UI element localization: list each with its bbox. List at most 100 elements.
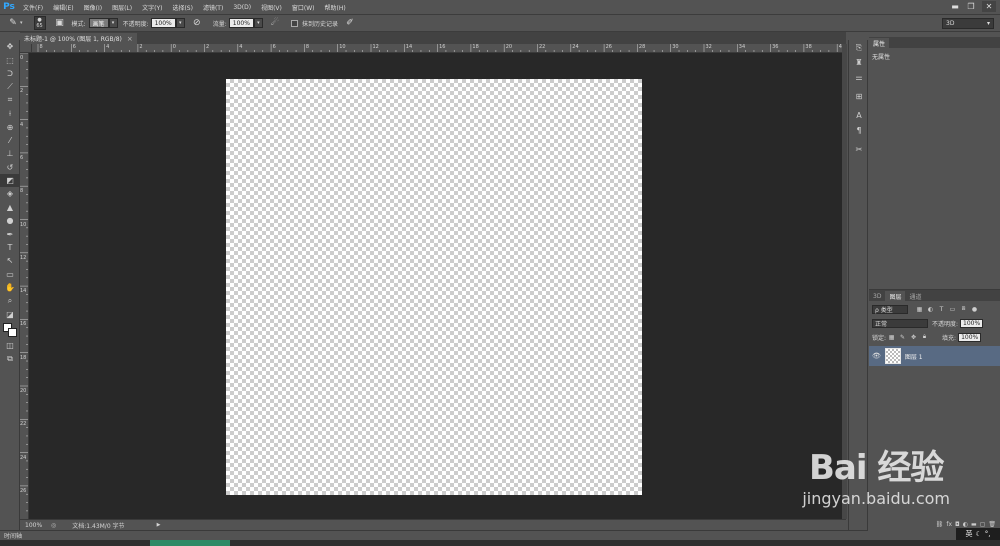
- menu-edit[interactable]: 编辑(E): [48, 3, 78, 12]
- status-arrow-icon[interactable]: ▶: [157, 522, 161, 528]
- menu-view[interactable]: 视图(V): [256, 3, 287, 12]
- menu-help[interactable]: 帮助(H): [320, 3, 351, 12]
- brush-tool-icon[interactable]: ⁄: [0, 134, 20, 147]
- quick-select-tool-icon[interactable]: ⟋: [0, 80, 20, 93]
- layer-style-icon[interactable]: fx: [946, 521, 952, 528]
- pen-tool-icon[interactable]: ✒: [0, 227, 20, 240]
- layer-opacity-input[interactable]: 100%: [960, 318, 984, 328]
- lock-position-icon[interactable]: ✥: [908, 332, 919, 342]
- close-icon[interactable]: ×: [127, 35, 133, 43]
- mode-select[interactable]: 画笔: [88, 18, 109, 28]
- filter-toggle-icon[interactable]: ●: [969, 304, 980, 314]
- minimize-button[interactable]: ▬: [948, 1, 962, 12]
- layer-row[interactable]: 👁︎ 图层 1: [869, 346, 1000, 366]
- default-colors-icon[interactable]: ◪: [0, 308, 20, 321]
- airbrush-icon[interactable]: ☄: [268, 16, 282, 30]
- tab-properties[interactable]: 属性: [869, 38, 890, 48]
- timeline-tab[interactable]: 时间轴: [0, 530, 868, 540]
- paragraph-panel-icon[interactable]: ¶: [849, 123, 869, 138]
- layer-name[interactable]: 图层 1: [905, 352, 923, 361]
- actions-panel-icon[interactable]: ♜: [849, 55, 869, 70]
- tab-3d[interactable]: 3D: [869, 291, 885, 301]
- marquee-tool-icon[interactable]: ⬚: [0, 53, 20, 66]
- filter-smart-icon[interactable]: ⧈: [958, 304, 969, 314]
- ime-indicator[interactable]: 英 ☾ °,: [956, 528, 1000, 540]
- layer-mask-icon[interactable]: ◘: [955, 521, 960, 528]
- menu-layer[interactable]: 图层(L): [107, 3, 137, 12]
- paint-bucket-tool-icon[interactable]: ◈: [0, 187, 20, 200]
- dodge-tool-icon[interactable]: ●: [0, 214, 20, 227]
- filter-pixel-icon[interactable]: ▦: [914, 304, 925, 314]
- opacity-input[interactable]: 100%: [150, 18, 176, 28]
- adjustments-panel-icon[interactable]: ⚌: [849, 70, 869, 85]
- pressure-size-icon[interactable]: ✐: [343, 16, 357, 30]
- blend-mode-select[interactable]: 正常: [872, 318, 928, 328]
- history-panel-icon[interactable]: ⎘: [849, 40, 869, 55]
- mode-dropdown-icon[interactable]: ▾: [108, 18, 118, 28]
- link-layers-icon[interactable]: ⛓: [936, 521, 944, 528]
- ruler-vertical[interactable]: 0 2 4 6 8 10 12 14 16 18 20 22 24 26: [20, 53, 29, 519]
- tab-channels[interactable]: 通道: [905, 291, 925, 301]
- history-brush-tool-icon[interactable]: ↺: [0, 161, 20, 174]
- type-tool-icon[interactable]: T: [0, 241, 20, 254]
- visibility-eye-icon[interactable]: 👁︎: [872, 352, 881, 360]
- lasso-tool-icon[interactable]: ᑐ: [0, 67, 20, 80]
- shape-tool-icon[interactable]: ▭: [0, 268, 20, 281]
- menu-3d[interactable]: 3D(D): [228, 4, 256, 11]
- move-tool-icon[interactable]: ✥: [0, 40, 20, 53]
- tab-layers[interactable]: 图层: [885, 291, 906, 301]
- ruler-horizontal[interactable]: 8 6 4 2 0 2 4 6 8 10 12 14 16 18 20 22 24 26 28 30 32 34 36 38 4…: [32, 44, 842, 53]
- brush-size-picker[interactable]: ● 65: [33, 16, 46, 30]
- menu-image[interactable]: 图像(I): [79, 3, 107, 12]
- erase-history-checkbox[interactable]: [290, 19, 298, 27]
- quick-mask-icon[interactable]: ◫: [0, 339, 20, 352]
- transparent-canvas[interactable]: [226, 79, 642, 495]
- filter-adjustment-icon[interactable]: ◐: [925, 304, 936, 314]
- canvas-area[interactable]: [29, 53, 842, 519]
- info-panel-icon[interactable]: ⊞: [849, 89, 869, 104]
- pressure-opacity-icon[interactable]: ⊘: [190, 16, 204, 30]
- filter-shape-icon[interactable]: ▭: [947, 304, 958, 314]
- menu-filter[interactable]: 滤镜(T): [198, 3, 228, 12]
- tool-preset-arrow-icon[interactable]: ▾: [20, 20, 23, 26]
- menu-file[interactable]: 文件(F): [18, 3, 48, 12]
- zoom-level[interactable]: 100%: [25, 522, 45, 529]
- path-select-tool-icon[interactable]: ↖: [0, 254, 20, 267]
- character-panel-icon[interactable]: A: [849, 108, 869, 123]
- clone-stamp-tool-icon[interactable]: ⊥: [0, 147, 20, 160]
- color-swatches[interactable]: [0, 321, 20, 339]
- tool-presets-panel-icon[interactable]: ✂: [849, 142, 869, 157]
- adjustment-layer-icon[interactable]: ◐: [963, 521, 968, 528]
- filter-type-icon[interactable]: T: [936, 304, 947, 314]
- status-menu-icon[interactable]: ◎: [51, 522, 56, 529]
- delete-layer-icon[interactable]: 🗑︎: [988, 521, 996, 528]
- crop-tool-icon[interactable]: ⌗: [0, 94, 20, 107]
- restore-button[interactable]: ❐: [964, 1, 978, 12]
- vertical-scrollbar[interactable]: [842, 44, 847, 519]
- new-group-icon[interactable]: ▬: [971, 521, 977, 528]
- ruler-origin[interactable]: [20, 44, 32, 53]
- lock-transparency-icon[interactable]: ▦: [886, 332, 897, 342]
- flow-input[interactable]: 100%: [228, 18, 254, 28]
- menu-type[interactable]: 文字(Y): [137, 3, 167, 12]
- flow-dropdown-icon[interactable]: ▾: [253, 18, 263, 28]
- lock-all-icon[interactable]: 🔒︎: [919, 332, 930, 342]
- eraser-tool-icon[interactable]: ✎: [6, 16, 20, 30]
- blur-tool-icon[interactable]: ▲: [0, 201, 20, 214]
- close-window-button[interactable]: ✕: [982, 1, 996, 12]
- workspace-select[interactable]: 3D ▾: [942, 18, 994, 29]
- menu-window[interactable]: 窗口(W): [287, 3, 320, 12]
- opacity-dropdown-icon[interactable]: ▾: [175, 18, 185, 28]
- eraser-tool-icon[interactable]: ◩: [0, 173, 20, 188]
- menu-select[interactable]: 选择(S): [167, 3, 198, 12]
- screen-mode-icon[interactable]: ⧉: [0, 353, 20, 366]
- document-tab[interactable]: 未标题-1 @ 100% (图层 1, RGB/8) ×: [20, 33, 137, 44]
- layer-filter-select[interactable]: ρ 类型: [872, 304, 908, 314]
- new-layer-icon[interactable]: ▢: [980, 521, 986, 528]
- fill-input[interactable]: 100%: [958, 332, 982, 342]
- healing-brush-tool-icon[interactable]: ⊕: [0, 120, 20, 133]
- lock-paint-icon[interactable]: ✎: [897, 332, 908, 342]
- hand-tool-icon[interactable]: ✋: [0, 281, 20, 294]
- brush-panel-toggle-icon[interactable]: ▣: [53, 16, 67, 30]
- zoom-tool-icon[interactable]: ⌕: [0, 294, 20, 307]
